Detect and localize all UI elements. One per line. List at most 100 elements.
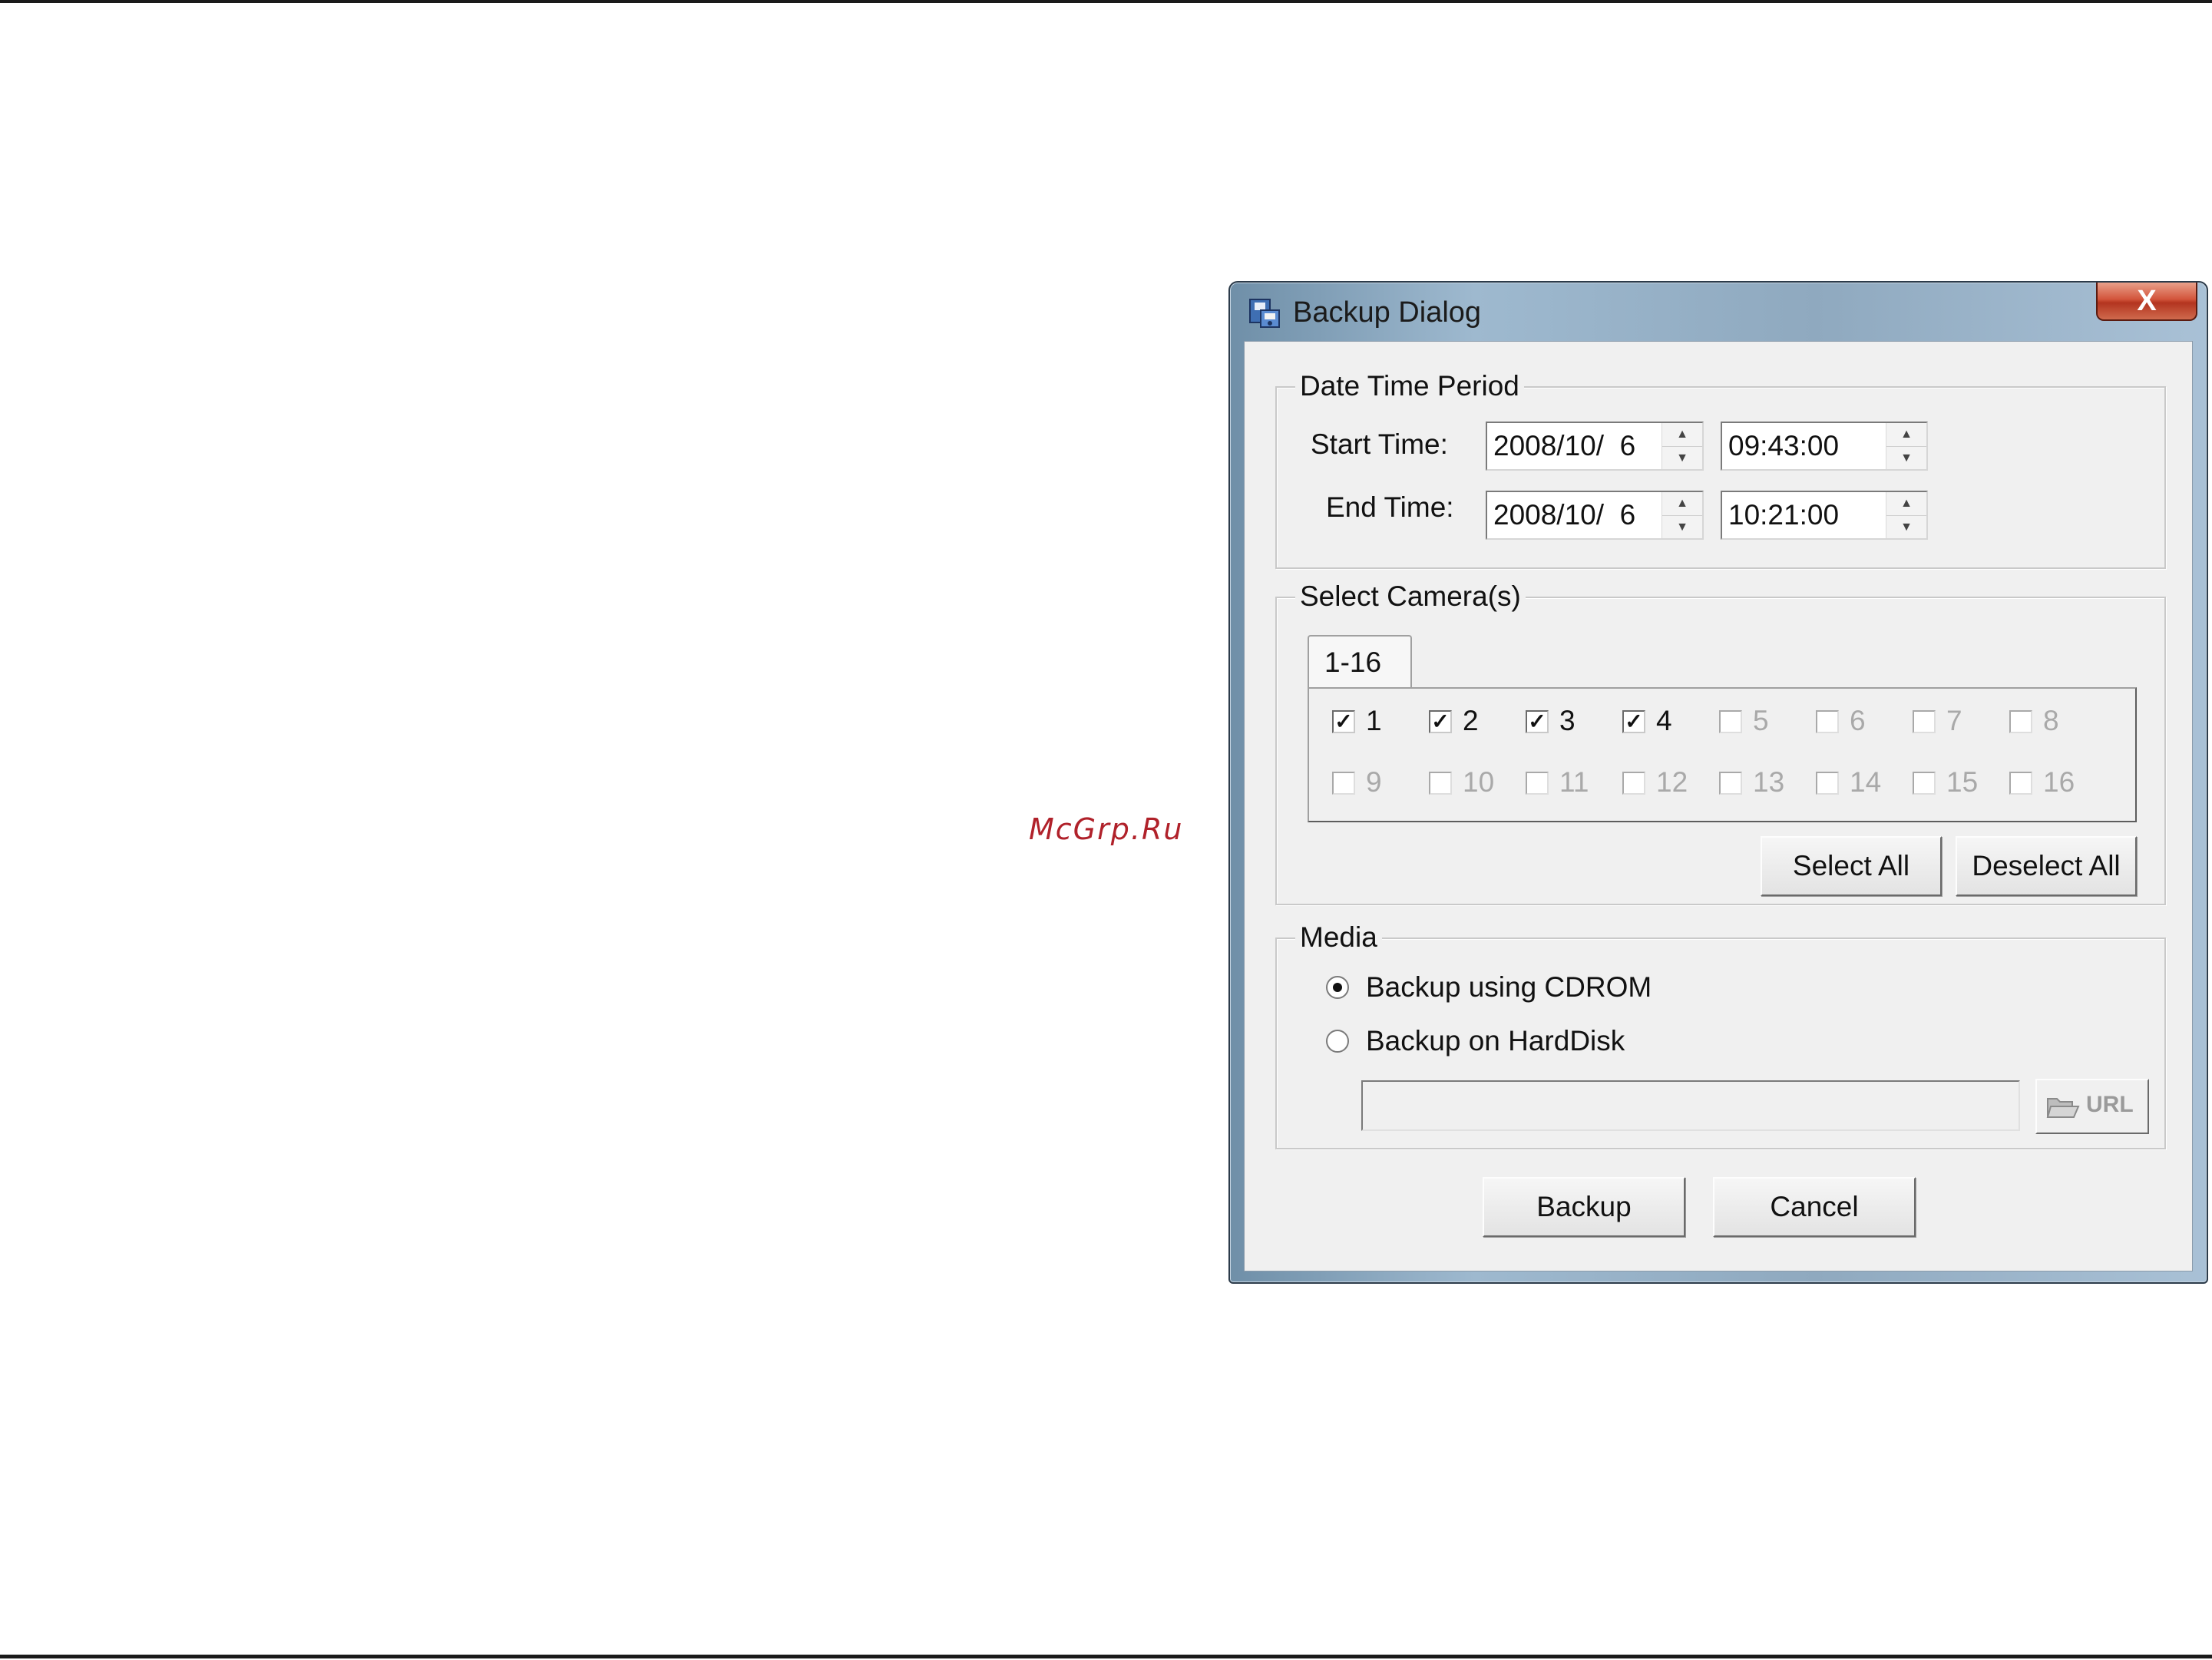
camera-checkbox: 13 xyxy=(1719,766,1811,799)
camera-number: 16 xyxy=(2043,766,2075,798)
camera-checkbox[interactable]: ✓ 1 xyxy=(1332,704,1424,738)
camera-checkbox: 15 xyxy=(1913,766,2005,799)
start-date-value: 2008/10/ 6 xyxy=(1493,430,1636,461)
select-all-button[interactable]: Select All xyxy=(1761,836,1942,896)
spin-up-icon[interactable]: ▲ xyxy=(1886,492,1926,516)
browse-url-button[interactable]: URL xyxy=(2035,1079,2149,1134)
camera-checkbox: 11 xyxy=(1526,766,1618,799)
camera-number: 10 xyxy=(1463,766,1495,798)
camera-checkbox: 10 xyxy=(1429,766,1521,799)
select-cameras-legend: Select Camera(s) xyxy=(1295,580,1526,613)
checkmark-icon[interactable]: ✓ xyxy=(1429,710,1452,733)
start-time-value: 09:43:00 xyxy=(1728,430,1840,461)
media-legend: Media xyxy=(1295,921,1382,954)
camera-checkbox[interactable]: ✓ 4 xyxy=(1622,704,1714,738)
camera-checkbox: 5 xyxy=(1719,704,1811,738)
camera-checkbox[interactable]: ✓ 3 xyxy=(1526,704,1618,738)
spin-up-icon[interactable]: ▲ xyxy=(1662,492,1702,516)
camera-number: 5 xyxy=(1753,705,1769,736)
date-time-period-group: Date Time Period Start Time: 2008/10/ 6 … xyxy=(1275,369,2166,569)
camera-number: 4 xyxy=(1656,705,1672,736)
spin-down-icon[interactable]: ▼ xyxy=(1662,516,1702,539)
checkbox-icon xyxy=(1622,772,1645,795)
end-time-label: End Time: xyxy=(1326,491,1454,523)
camera-checkbox: 9 xyxy=(1332,766,1424,799)
checkbox-icon xyxy=(1526,772,1549,795)
checkbox-icon xyxy=(1719,710,1742,733)
end-time-picker[interactable]: 10:21:00 ▲ ▼ xyxy=(1721,491,1928,540)
media-group: Media Backup using CDROM Backup on HardD… xyxy=(1275,921,2166,1149)
spin-up-icon[interactable]: ▲ xyxy=(1886,423,1926,447)
camera-number: 13 xyxy=(1753,766,1785,798)
checkbox-icon xyxy=(1816,710,1839,733)
checkmark-icon[interactable]: ✓ xyxy=(1622,710,1645,733)
camera-checkbox: 7 xyxy=(1913,704,2005,738)
tab-label: 1-16 xyxy=(1324,646,1382,678)
start-date-picker[interactable]: 2008/10/ 6 ▲ ▼ xyxy=(1486,422,1704,471)
radio-backup-cdrom[interactable]: Backup using CDROM xyxy=(1326,970,1787,1007)
backup-app-icon xyxy=(1249,299,1280,328)
camera-number: 15 xyxy=(1946,766,1979,798)
start-time-label: Start Time: xyxy=(1311,428,1448,460)
dialog-body: Date Time Period Start Time: 2008/10/ 6 … xyxy=(1244,341,2193,1271)
checkbox-icon xyxy=(1719,772,1742,795)
camera-number: 8 xyxy=(2043,705,2059,736)
checkbox-icon xyxy=(1332,772,1355,795)
camera-number: 2 xyxy=(1463,705,1479,736)
camera-number: 7 xyxy=(1946,705,1962,736)
checkbox-icon xyxy=(2009,772,2032,795)
folder-open-icon xyxy=(2046,1098,2080,1118)
camera-checkbox: 14 xyxy=(1816,766,1908,799)
date-time-period-legend: Date Time Period xyxy=(1295,369,1524,403)
camera-number: 1 xyxy=(1366,705,1382,736)
radio-backup-harddisk[interactable]: Backup on HardDisk xyxy=(1326,1023,1787,1060)
spin-down-icon[interactable]: ▼ xyxy=(1886,516,1926,539)
start-date-spinner[interactable]: ▲ ▼ xyxy=(1661,423,1702,469)
backup-dialog-window: Backup Dialog X Date Time Period Start T… xyxy=(1228,281,2208,1284)
radio-label: Backup using CDROM xyxy=(1366,971,1652,1003)
cancel-button[interactable]: Cancel xyxy=(1713,1177,1916,1237)
radio-button-icon[interactable] xyxy=(1326,976,1349,999)
tab-1-16[interactable]: 1-16 xyxy=(1308,635,1412,689)
end-time-spinner[interactable]: ▲ ▼ xyxy=(1886,492,1926,538)
close-icon: X xyxy=(2137,285,2157,317)
camera-checkbox[interactable]: ✓ 2 xyxy=(1429,704,1521,738)
checkmark-icon[interactable]: ✓ xyxy=(1332,710,1355,733)
spin-down-icon[interactable]: ▼ xyxy=(1886,447,1926,470)
camera-number: 9 xyxy=(1366,766,1382,798)
deselect-all-button[interactable]: Deselect All xyxy=(1956,836,2137,896)
url-label: URL xyxy=(2086,1092,2134,1117)
start-time-picker[interactable]: 09:43:00 ▲ ▼ xyxy=(1721,422,1928,471)
end-date-value: 2008/10/ 6 xyxy=(1493,499,1636,531)
watermark: McGrp.Ru xyxy=(1029,812,1184,846)
spin-up-icon[interactable]: ▲ xyxy=(1662,423,1702,447)
camera-checkbox: 8 xyxy=(2009,704,2101,738)
radio-label: Backup on HardDisk xyxy=(1366,1025,1625,1057)
spin-down-icon[interactable]: ▼ xyxy=(1662,447,1702,470)
camera-number: 14 xyxy=(1850,766,1882,798)
checkbox-icon xyxy=(1816,772,1839,795)
checkbox-icon xyxy=(1429,772,1452,795)
harddisk-path-field[interactable] xyxy=(1361,1080,2020,1131)
checkbox-icon xyxy=(1913,772,1936,795)
camera-checkbox: 16 xyxy=(2009,766,2101,799)
close-button[interactable]: X xyxy=(2096,283,2197,321)
camera-number: 11 xyxy=(1559,766,1589,798)
camera-number: 12 xyxy=(1656,766,1688,798)
camera-checkbox: 12 xyxy=(1622,766,1714,799)
camera-checkbox: 6 xyxy=(1816,704,1908,738)
checkmark-icon[interactable]: ✓ xyxy=(1526,710,1549,733)
camera-number: 6 xyxy=(1850,705,1866,736)
camera-number: 3 xyxy=(1559,705,1576,736)
window-title: Backup Dialog xyxy=(1293,296,1482,329)
backup-button[interactable]: Backup xyxy=(1483,1177,1685,1237)
bottom-rule xyxy=(0,1655,2212,1658)
radio-button-icon[interactable] xyxy=(1326,1030,1349,1053)
checkbox-icon xyxy=(2009,710,2032,733)
title-bar[interactable]: Backup Dialog X xyxy=(1230,283,2207,341)
end-date-picker[interactable]: 2008/10/ 6 ▲ ▼ xyxy=(1486,491,1704,540)
end-date-spinner[interactable]: ▲ ▼ xyxy=(1661,492,1702,538)
camera-tab-panel: ✓ 1 ✓ 2 ✓ 3 ✓ 4 5 6 7 8 9 10 11 12 13 14 15 16 xyxy=(1308,687,2137,822)
start-time-spinner[interactable]: ▲ ▼ xyxy=(1886,423,1926,469)
select-cameras-group: Select Camera(s) 1-16 ✓ 1 ✓ 2 ✓ 3 ✓ 4 5 6 7 8 9 10 11 1… xyxy=(1275,580,2166,905)
